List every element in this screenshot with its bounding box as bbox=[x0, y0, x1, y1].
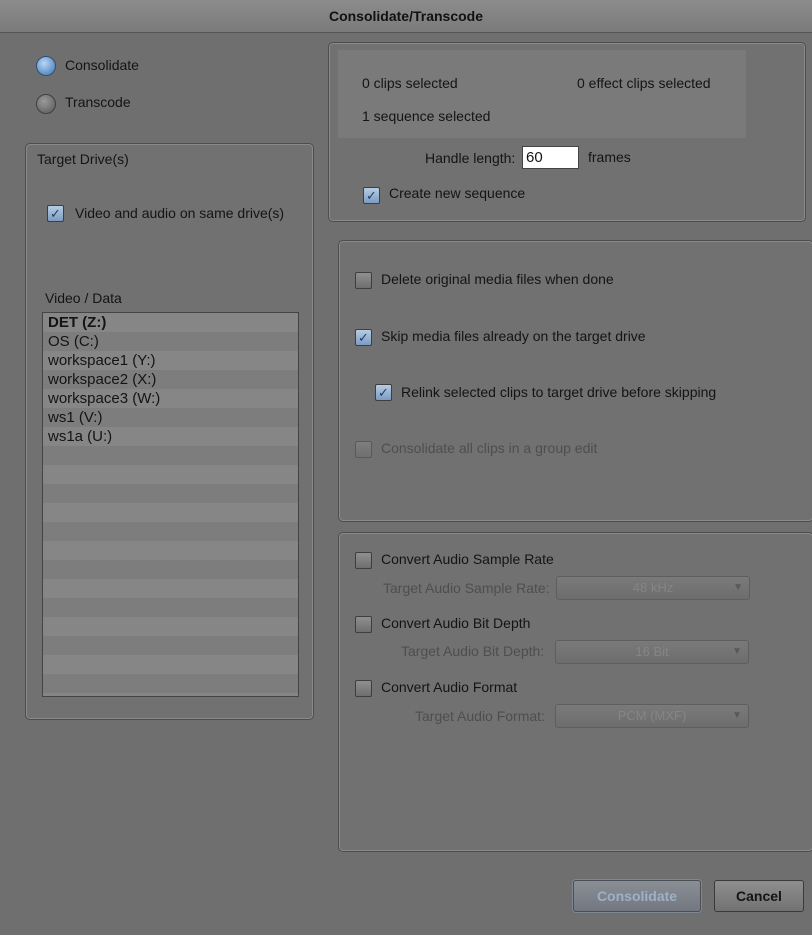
convert-audio-format-checkbox[interactable] bbox=[355, 680, 372, 697]
drive-item[interactable]: workspace1 (Y:) bbox=[43, 351, 298, 370]
drive-item[interactable]: workspace3 (W:) bbox=[43, 389, 298, 408]
bit-depth-target-label: Target Audio Bit Depth: bbox=[401, 643, 545, 659]
cancel-button[interactable]: Cancel bbox=[714, 880, 804, 912]
handle-unit-label: frames bbox=[588, 149, 631, 165]
chevron-down-icon: ▼ bbox=[732, 710, 742, 721]
handle-length-input[interactable]: 60 bbox=[522, 146, 579, 169]
video-data-header: Video / Data bbox=[45, 290, 122, 306]
create-sequence-checkbox[interactable]: ✓ bbox=[363, 187, 380, 204]
sequences-selected-text: 1 sequence selected bbox=[362, 108, 491, 124]
delete-original-label[interactable]: Delete original media files when done bbox=[381, 271, 614, 287]
skip-existing-checkbox[interactable]: ✓ bbox=[355, 329, 372, 346]
handle-length-label: Handle length: bbox=[425, 150, 516, 166]
group-edit-checkbox[interactable] bbox=[355, 441, 372, 458]
convert-sample-rate-checkbox[interactable] bbox=[355, 552, 372, 569]
consolidate-radio[interactable] bbox=[36, 56, 56, 76]
bit-depth-select[interactable]: 16 Bit ▼ bbox=[555, 640, 749, 664]
selection-info-box bbox=[338, 50, 746, 138]
relink-checkbox[interactable]: ✓ bbox=[375, 384, 392, 401]
bit-depth-value: 16 Bit bbox=[635, 644, 669, 659]
chevron-down-icon: ▼ bbox=[733, 582, 743, 593]
sample-rate-select[interactable]: 48 kHz ▼ bbox=[556, 576, 750, 600]
window-title: Consolidate/Transcode bbox=[0, 0, 812, 33]
drive-item[interactable]: OS (C:) bbox=[43, 332, 298, 351]
convert-bit-depth-label[interactable]: Convert Audio Bit Depth bbox=[381, 615, 530, 631]
audio-format-select[interactable]: PCM (MXF) ▼ bbox=[555, 704, 749, 728]
sample-rate-value: 48 kHz bbox=[632, 580, 674, 595]
transcode-radio-label[interactable]: Transcode bbox=[65, 94, 131, 110]
delete-original-checkbox[interactable] bbox=[355, 272, 372, 289]
convert-sample-rate-label[interactable]: Convert Audio Sample Rate bbox=[381, 551, 554, 567]
audio-format-target-label: Target Audio Format: bbox=[415, 708, 545, 724]
chevron-down-icon: ▼ bbox=[732, 646, 742, 657]
effect-clips-selected-text: 0 effect clips selected bbox=[577, 75, 711, 91]
skip-existing-label[interactable]: Skip media files already on the target d… bbox=[381, 328, 646, 344]
drive-item[interactable]: workspace2 (X:) bbox=[43, 370, 298, 389]
convert-bit-depth-checkbox[interactable] bbox=[355, 616, 372, 633]
clips-selected-text: 0 clips selected bbox=[362, 75, 458, 91]
consolidate-radio-label[interactable]: Consolidate bbox=[65, 57, 139, 73]
group-edit-label: Consolidate all clips in a group edit bbox=[381, 440, 598, 456]
sample-rate-target-label: Target Audio Sample Rate: bbox=[383, 580, 550, 596]
target-drives-title: Target Drive(s) bbox=[37, 151, 129, 167]
drive-item[interactable]: ws1a (U:) bbox=[43, 427, 298, 446]
same-drive-checkbox[interactable]: ✓ bbox=[47, 205, 64, 222]
drive-item[interactable]: ws1 (V:) bbox=[43, 408, 298, 427]
same-drive-label[interactable]: Video and audio on same drive(s) bbox=[75, 205, 284, 221]
relink-label[interactable]: Relink selected clips to target drive be… bbox=[401, 384, 716, 400]
drive-item[interactable]: DET (Z:) bbox=[43, 313, 298, 332]
audio-format-value: PCM (MXF) bbox=[617, 708, 687, 723]
consolidate-button[interactable]: Consolidate bbox=[573, 880, 701, 912]
transcode-radio[interactable] bbox=[36, 94, 56, 114]
create-sequence-label[interactable]: Create new sequence bbox=[389, 185, 525, 201]
drive-list[interactable]: DET (Z:) OS (C:) workspace1 (Y:) workspa… bbox=[42, 312, 299, 697]
convert-audio-format-label[interactable]: Convert Audio Format bbox=[381, 679, 517, 695]
